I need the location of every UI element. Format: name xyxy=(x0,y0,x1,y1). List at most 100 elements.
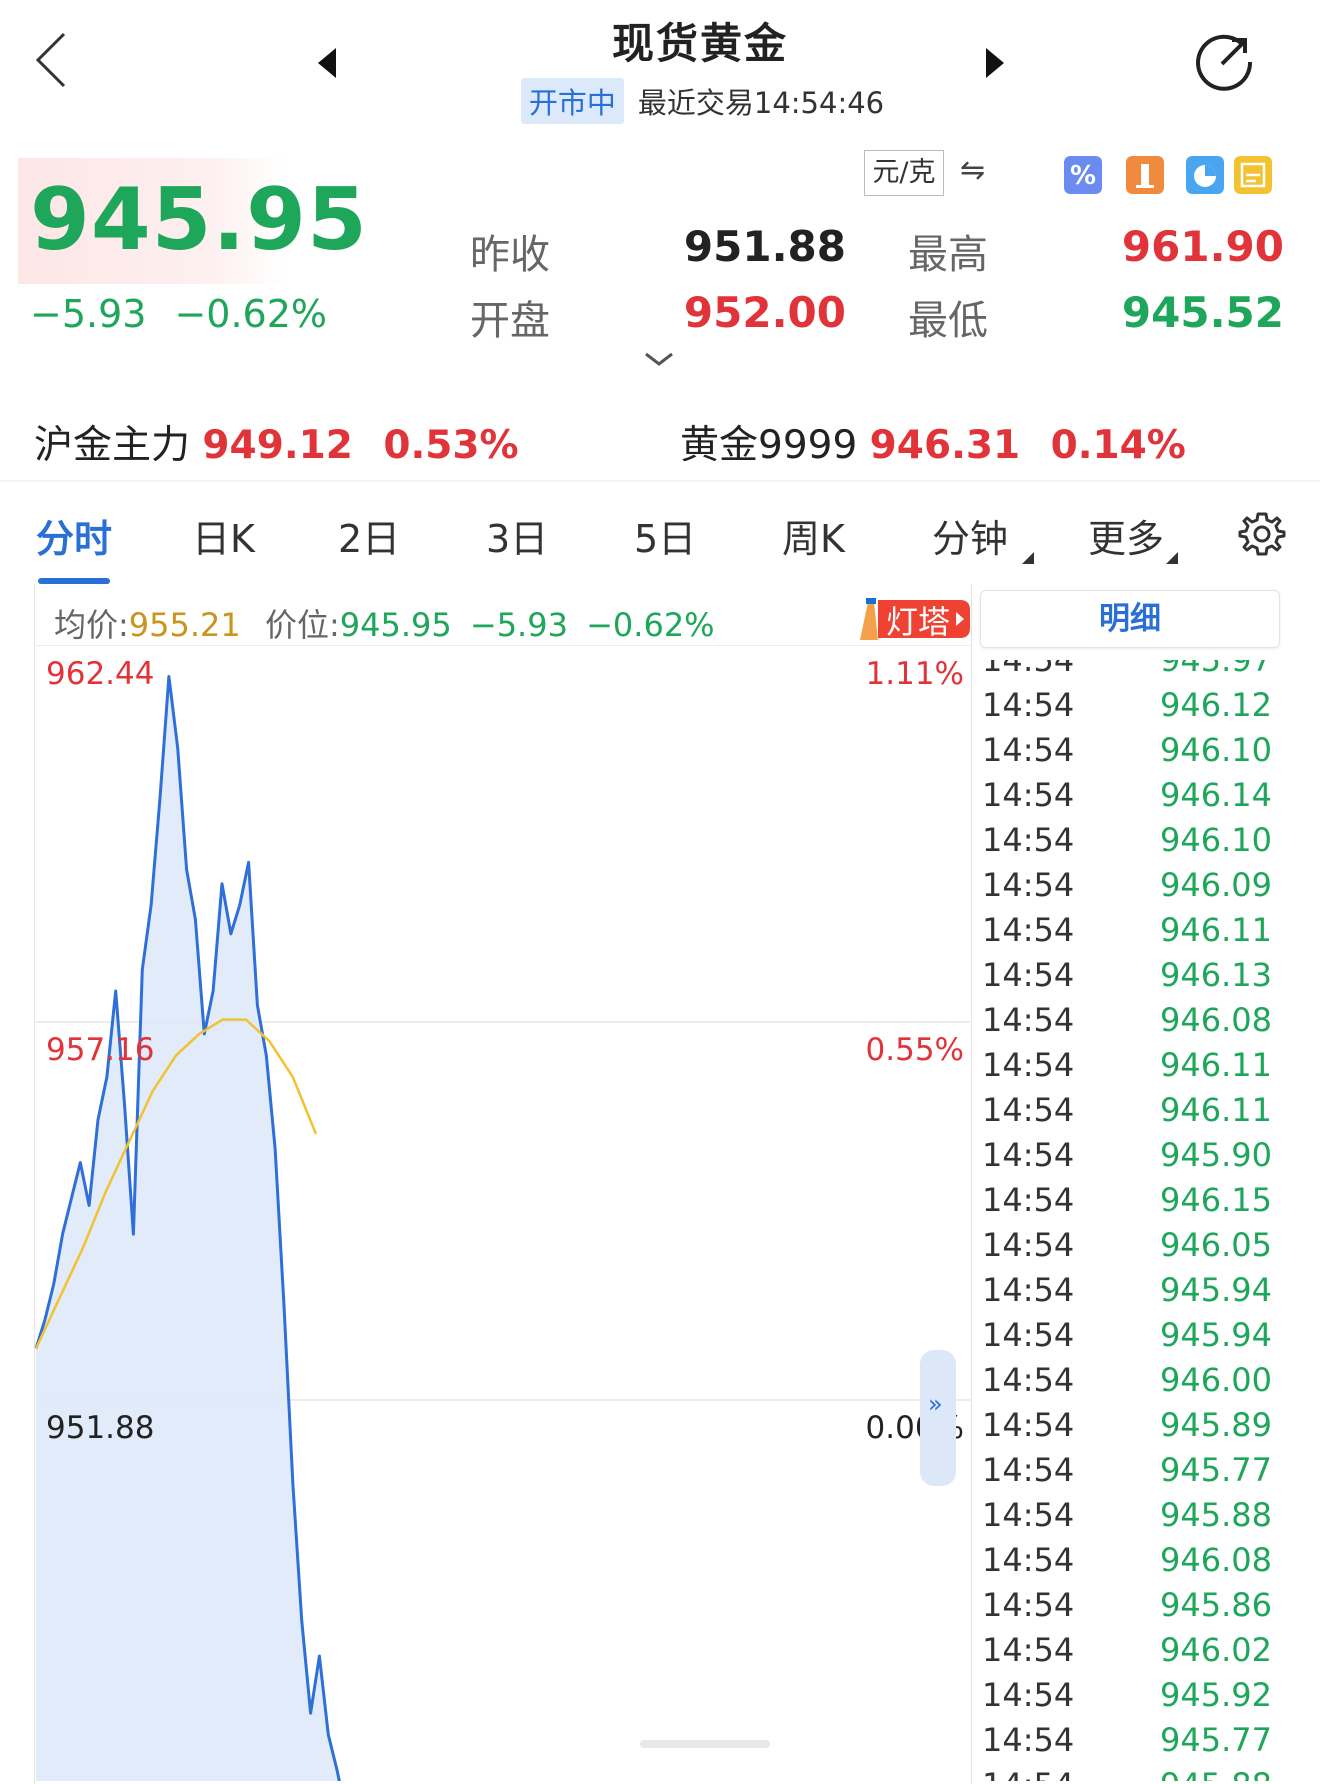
related-contract-1[interactable]: 沪金主力 949.12 0.53% xyxy=(34,414,519,470)
detail-price: 945.90 xyxy=(1160,1136,1272,1174)
detail-row: 14:54 945.89 xyxy=(982,1403,1272,1448)
tower-label: 灯塔 xyxy=(886,603,951,641)
detail-time: 14:54 xyxy=(982,1361,1075,1399)
tab-minute-dropdown-icon xyxy=(1022,552,1034,564)
tab-2-day[interactable]: 2日 xyxy=(338,508,400,563)
tower-tag[interactable]: 灯塔 xyxy=(856,596,972,642)
lighthouse-tool-icon[interactable] xyxy=(1126,156,1164,194)
detail-row: 14:54 945.92 xyxy=(982,1673,1272,1718)
detail-price: 945.86 xyxy=(1160,1586,1272,1624)
detail-header[interactable]: 明细 xyxy=(980,590,1280,648)
detail-row: 14:54 946.11 xyxy=(982,1088,1272,1133)
chevron-down-icon[interactable] xyxy=(644,350,674,370)
intraday-chart[interactable] xyxy=(34,645,970,1781)
detail-price: 945.97 xyxy=(1160,660,1272,679)
detail-time: 14:54 xyxy=(982,1226,1075,1264)
detail-row: 14:54 945.97 xyxy=(982,660,1272,683)
prev-close-label: 昨收 xyxy=(470,232,550,278)
detail-price: 946.05 xyxy=(1160,1226,1272,1264)
pos-label: 价位: xyxy=(264,606,340,644)
detail-time: 14:54 xyxy=(982,821,1075,859)
detail-time: 14:54 xyxy=(982,1181,1075,1219)
gear-icon[interactable] xyxy=(1238,510,1286,558)
detail-price: 946.08 xyxy=(1160,1001,1272,1039)
detail-price: 946.09 xyxy=(1160,866,1272,904)
detail-time: 14:54 xyxy=(982,1541,1075,1579)
tab-more-dropdown-icon xyxy=(1166,552,1178,564)
detail-row: 14:54 945.94 xyxy=(982,1313,1272,1358)
detail-row: 14:54 945.86 xyxy=(982,1583,1272,1628)
detail-time: 14:54 xyxy=(982,1496,1075,1534)
detail-row: 14:54 945.77 xyxy=(982,1448,1272,1493)
tab-intraday[interactable]: 分时 xyxy=(36,508,112,563)
divider xyxy=(0,480,1320,482)
vip-tool-icon[interactable] xyxy=(1234,156,1272,194)
detail-row: 14:54 946.11 xyxy=(982,1043,1272,1088)
related-1-pct: 0.53% xyxy=(383,423,519,468)
detail-row: 14:54 946.00 xyxy=(982,1358,1272,1403)
y-label-base: 951.88 xyxy=(46,1410,155,1446)
status-badge: 开市中 xyxy=(520,78,624,124)
detail-time: 14:54 xyxy=(982,1001,1075,1039)
detail-time: 14:54 xyxy=(982,1586,1075,1624)
detail-price: 945.94 xyxy=(1160,1316,1272,1354)
last-trade-time: 最近交易14:54:46 xyxy=(637,86,885,120)
related-1-price: 949.12 xyxy=(202,423,353,468)
detail-price: 946.10 xyxy=(1160,731,1272,769)
y-label-top: 962.44 xyxy=(46,656,155,692)
detail-price: 945.94 xyxy=(1160,1271,1272,1309)
detail-row: 14:54 945.90 xyxy=(982,1133,1272,1178)
detail-time: 14:54 xyxy=(982,1271,1075,1309)
svg-text:%: % xyxy=(1070,161,1096,191)
tab-3-day[interactable]: 3日 xyxy=(486,508,548,563)
detail-row: 14:54 946.10 xyxy=(982,728,1272,773)
detail-price: 945.92 xyxy=(1160,1676,1272,1714)
detail-row: 14:54 946.11 xyxy=(982,908,1272,953)
detail-price: 946.12 xyxy=(1160,686,1272,724)
detail-list[interactable]: 14:54 945.97 14:54 946.12 14:54 946.10 14:54 94… xyxy=(982,660,1272,1781)
detail-price: 946.14 xyxy=(1160,776,1272,814)
detail-time: 14:54 xyxy=(982,731,1075,769)
tab-more[interactable]: 更多 xyxy=(1088,508,1164,563)
detail-price: 946.11 xyxy=(1160,1046,1272,1084)
detail-time: 14:54 xyxy=(982,956,1075,994)
swap-icon[interactable]: ⇋ xyxy=(960,156,994,186)
related-2-name: 黄金9999 xyxy=(680,423,858,468)
low-label: 最低 xyxy=(908,298,988,344)
page-title: 现货黄金 xyxy=(611,19,788,68)
percent-tool-icon[interactable]: % xyxy=(1064,156,1102,194)
detail-time: 14:54 xyxy=(982,1721,1075,1759)
tab-5-day[interactable]: 5日 xyxy=(634,508,696,563)
refresh-icon[interactable] xyxy=(1192,30,1256,94)
tab-weekly-k[interactable]: 周K xyxy=(782,508,845,563)
market-status: 开市中 最近交易14:54:46 xyxy=(0,78,1320,124)
detail-row: 14:54 946.02 xyxy=(982,1628,1272,1673)
tab-minute[interactable]: 分钟 xyxy=(932,508,1008,563)
detail-time: 14:54 xyxy=(982,660,1075,679)
high-value: 961.90 xyxy=(1121,222,1284,271)
next-icon[interactable] xyxy=(986,48,1004,78)
current-price: 945.95 xyxy=(30,170,368,270)
related-1-name: 沪金主力 xyxy=(34,423,191,468)
related-contract-2[interactable]: 黄金9999 946.31 0.14% xyxy=(680,414,1186,470)
detail-time: 14:54 xyxy=(982,1451,1075,1489)
pie-tool-icon[interactable] xyxy=(1186,156,1224,194)
detail-row: 14:54 946.10 xyxy=(982,818,1272,863)
detail-price: 946.11 xyxy=(1160,911,1272,949)
open-label: 开盘 xyxy=(470,298,550,344)
tab-daily-k[interactable]: 日K xyxy=(192,508,255,563)
expand-handle[interactable]: » xyxy=(920,1350,956,1486)
detail-row: 14:54 946.12 xyxy=(982,683,1272,728)
detail-row: 14:54 946.15 xyxy=(982,1178,1272,1223)
detail-price: 945.77 xyxy=(1160,1451,1272,1489)
detail-price: 945.88 xyxy=(1160,1763,1272,1781)
detail-row: 14:54 946.08 xyxy=(982,998,1272,1043)
detail-price: 946.02 xyxy=(1160,1631,1272,1669)
detail-price: 945.89 xyxy=(1160,1406,1272,1444)
detail-time: 14:54 xyxy=(982,1091,1075,1129)
unit-selector[interactable]: 元/克 xyxy=(864,150,944,196)
related-2-pct: 0.14% xyxy=(1050,423,1186,468)
detail-price: 946.11 xyxy=(1160,1091,1272,1129)
detail-price: 945.88 xyxy=(1160,1496,1272,1534)
price-change-row: −5.93 −0.62% xyxy=(30,292,327,336)
